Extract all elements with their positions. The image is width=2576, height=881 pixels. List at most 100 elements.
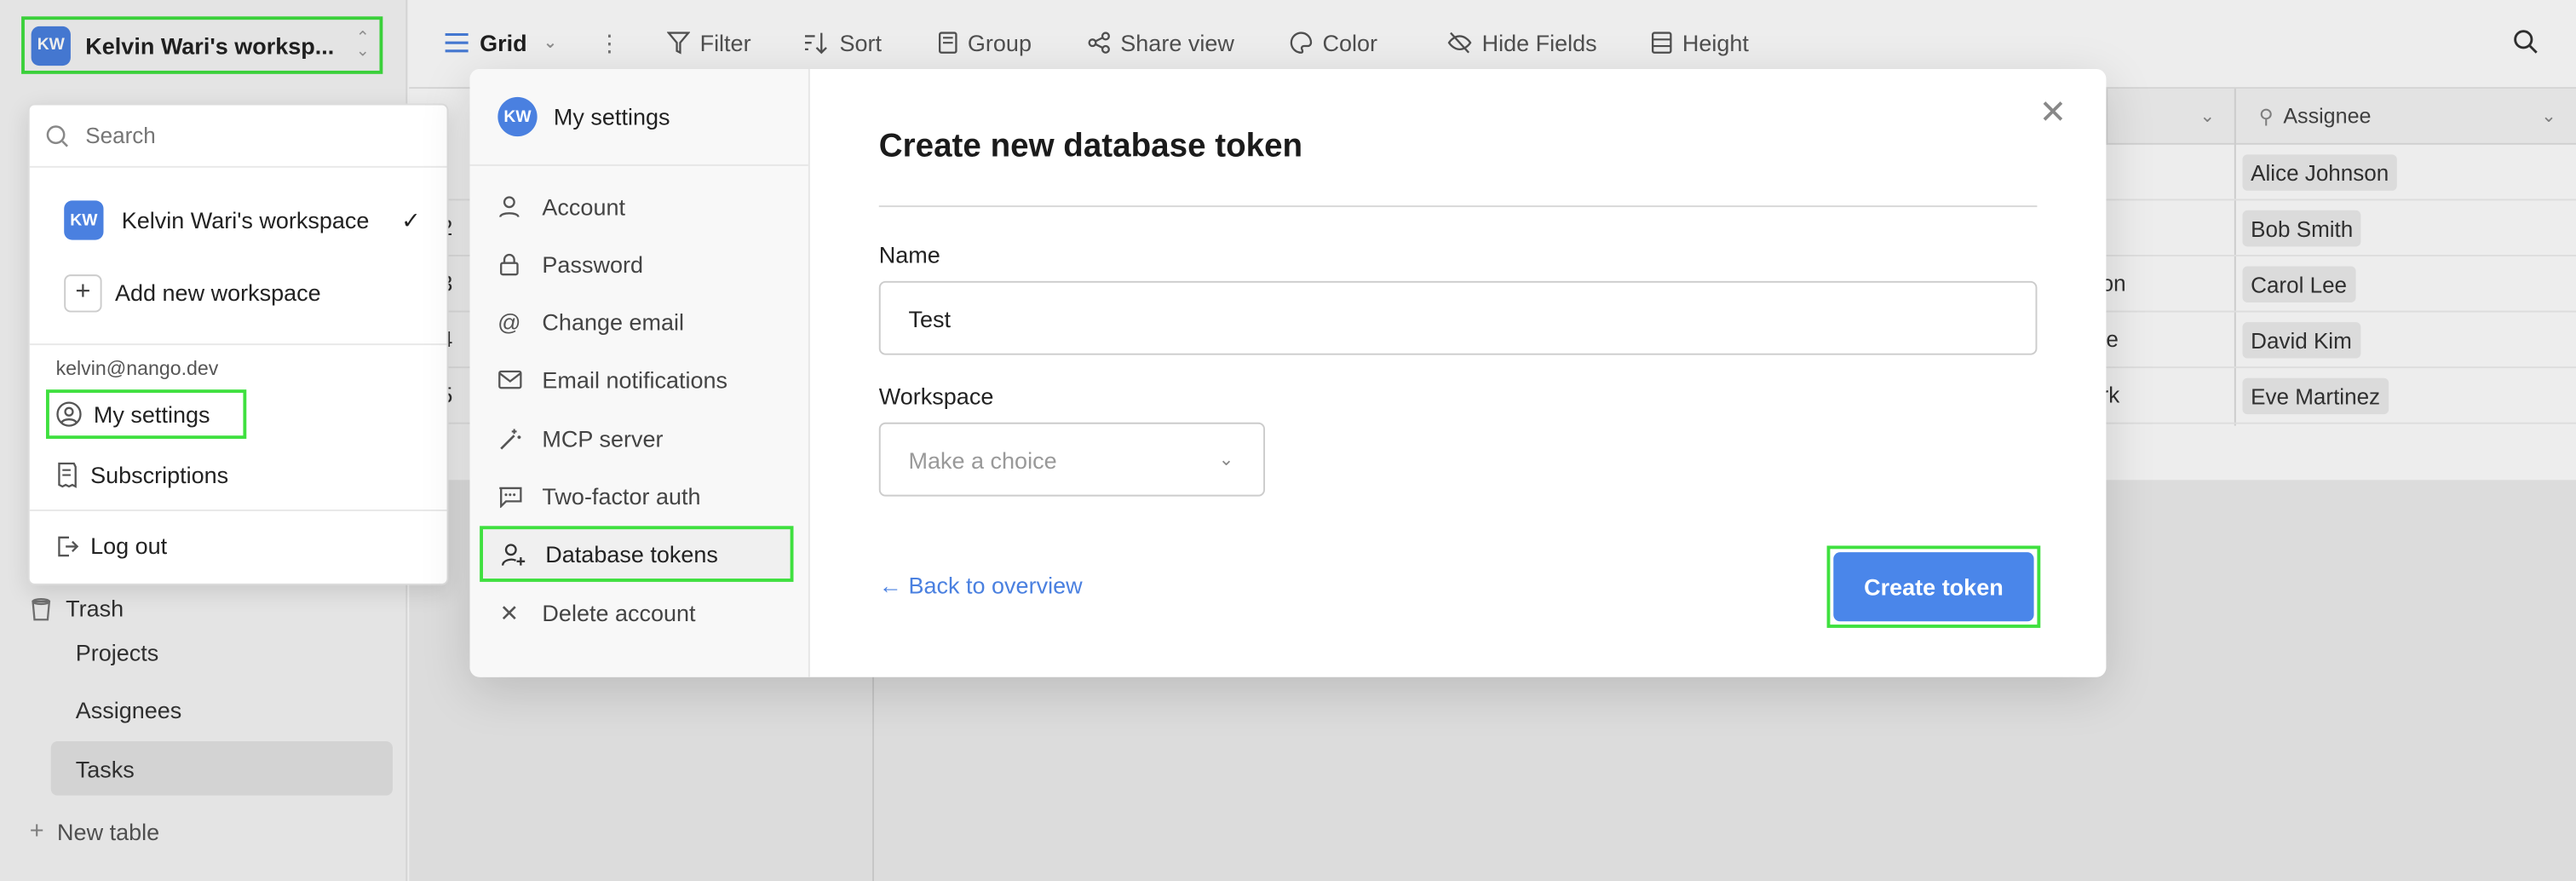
- column-header-status[interactable]: ⌄: [2106, 89, 2234, 145]
- workspace-name: Kelvin Wari's worksp...: [85, 32, 335, 59]
- table-item-projects[interactable]: Projects: [51, 625, 393, 679]
- account-email: kelvin@nango.dev: [30, 357, 447, 380]
- more-options-icon[interactable]: ⋮: [598, 30, 621, 58]
- sidebar-item-label: Trash: [66, 595, 124, 622]
- share-view-label: Share view: [1120, 29, 1234, 56]
- view-switcher-grid[interactable]: Grid ⌄: [444, 30, 557, 56]
- log-out-label: Log out: [90, 533, 168, 559]
- settings-item-label: Database tokens: [545, 540, 718, 567]
- settings-item-change-email[interactable]: @ Change email: [480, 294, 793, 350]
- trash-icon: [32, 597, 51, 621]
- assignee-tag[interactable]: David Kim: [2242, 322, 2360, 359]
- filter-label: Filter: [699, 29, 751, 56]
- settings-item-email-notifications[interactable]: Email notifications: [480, 352, 793, 408]
- chevron-down-icon: ⌄: [1218, 450, 1234, 470]
- assignee-tag[interactable]: Bob Smith: [2242, 210, 2361, 247]
- table-item-tasks[interactable]: Tasks: [50, 741, 393, 796]
- workspace-select-placeholder: Make a choice: [908, 446, 1057, 473]
- workspace-label: Workspace: [878, 383, 994, 410]
- lock-icon: [496, 251, 522, 278]
- assignee-tag[interactable]: Carol Lee: [2242, 266, 2355, 302]
- add-workspace-button[interactable]: + Add new workspace: [30, 271, 447, 314]
- sort-button[interactable]: Sort: [803, 30, 882, 56]
- column-header-label: Assignee: [2283, 103, 2372, 129]
- color-button[interactable]: Color: [1290, 30, 1377, 56]
- my-settings-item[interactable]: My settings: [45, 389, 247, 440]
- magic-wand-icon: [496, 426, 522, 452]
- close-icon[interactable]: ✕: [2039, 92, 2067, 133]
- add-workspace-label: Add new workspace: [114, 279, 321, 306]
- settings-item-label: MCP server: [542, 425, 664, 452]
- receipt-icon: [58, 462, 77, 488]
- plus-icon: +: [64, 274, 102, 312]
- divider: [29, 343, 447, 346]
- token-name-input[interactable]: [878, 280, 2038, 355]
- chevron-up-down-icon: ⌃ ⌄: [355, 29, 370, 61]
- settings-item-password[interactable]: Password: [480, 237, 793, 293]
- settings-item-mcp-server[interactable]: MCP server: [480, 411, 793, 467]
- new-table-label: New table: [57, 817, 160, 844]
- hide-fields-label: Hide Fields: [1481, 29, 1597, 56]
- workspace-search[interactable]: [29, 105, 447, 168]
- hide-fields-button[interactable]: Hide Fields: [1447, 30, 1597, 56]
- settings-header-label: My settings: [553, 103, 670, 130]
- filter-button[interactable]: Filter: [666, 29, 751, 56]
- view-label: Grid: [480, 29, 527, 56]
- sidebar-item-trash[interactable]: Trash: [30, 595, 124, 621]
- new-table-button[interactable]: + New table: [30, 817, 159, 845]
- mail-icon: [496, 366, 522, 393]
- email-text: kelvin@nango.dev: [55, 356, 219, 380]
- subscriptions-item[interactable]: Subscriptions: [30, 457, 447, 492]
- menu-icon: [445, 32, 469, 53]
- palette-icon: [1290, 32, 1313, 54]
- user-plus-icon: [499, 541, 526, 567]
- close-icon: ✕: [499, 599, 520, 626]
- create-token-label: Create token: [1833, 552, 2034, 622]
- assignee-tag[interactable]: Alice Johnson: [2242, 154, 2397, 191]
- group-button[interactable]: Group: [938, 30, 1032, 56]
- workspace-option-label: Kelvin Wari's workspace: [121, 207, 370, 233]
- workspace-dropdown: KW Kelvin Wari's workspace ✓ + Add new w…: [27, 103, 449, 585]
- sort-icon: [804, 32, 827, 55]
- color-label: Color: [1322, 29, 1378, 56]
- settings-item-delete-account[interactable]: ✕ Delete account: [480, 585, 793, 642]
- height-button[interactable]: Height: [1651, 30, 1749, 56]
- settings-item-label: Two-factor auth: [542, 483, 701, 510]
- search-input[interactable]: [85, 123, 398, 148]
- group-icon: [938, 32, 957, 54]
- divider: [29, 510, 447, 511]
- table-item-assignees[interactable]: Assignees: [51, 682, 393, 737]
- settings-item-label: Change email: [542, 308, 685, 336]
- filter-icon: [666, 32, 690, 55]
- my-settings-label: My settings: [93, 400, 210, 428]
- table-label: Assignees: [75, 695, 182, 723]
- share-view-button[interactable]: Share view: [1088, 30, 1234, 56]
- user-avatar: KW: [497, 96, 538, 137]
- divider: [878, 205, 2038, 208]
- search-button[interactable]: [2514, 30, 2539, 55]
- settings-item-database-tokens[interactable]: Database tokens: [480, 526, 794, 582]
- settings-modal: KW My settings Account Password @ Change…: [469, 69, 2107, 677]
- row-height-icon: [1651, 32, 1672, 54]
- name-label: Name: [878, 241, 940, 268]
- height-label: Height: [1682, 29, 1749, 56]
- back-link-label: Back to overview: [908, 572, 1083, 599]
- assignee-tag[interactable]: Eve Martinez: [2242, 377, 2389, 415]
- log-out-icon: [58, 535, 79, 556]
- workspace-option[interactable]: KW Kelvin Wari's workspace ✓: [30, 199, 447, 241]
- plus-icon: +: [29, 816, 44, 845]
- chevron-down-icon: ⌄: [2541, 107, 2556, 127]
- link-icon: ⚲: [2258, 104, 2274, 128]
- back-to-overview-link[interactable]: ← Back to overview: [879, 572, 1083, 598]
- log-out-item[interactable]: Log out: [30, 527, 447, 563]
- workspace-select[interactable]: Make a choice ⌄: [878, 422, 1265, 497]
- create-token-button[interactable]: Create token: [1826, 545, 2041, 628]
- settings-item-account[interactable]: Account: [480, 179, 793, 235]
- settings-item-two-factor[interactable]: Two-factor auth: [480, 469, 793, 525]
- checkmark-icon: ✓: [401, 206, 421, 233]
- column-header-assignee[interactable]: ⚲ Assignee ⌄: [2234, 89, 2576, 145]
- workspace-switcher[interactable]: KW Kelvin Wari's worksp... ⌃ ⌄: [21, 16, 383, 74]
- arrow-left-icon: ←: [878, 572, 902, 599]
- modal-title: Create new database token: [878, 128, 1303, 164]
- eye-off-icon: [1447, 32, 1472, 54]
